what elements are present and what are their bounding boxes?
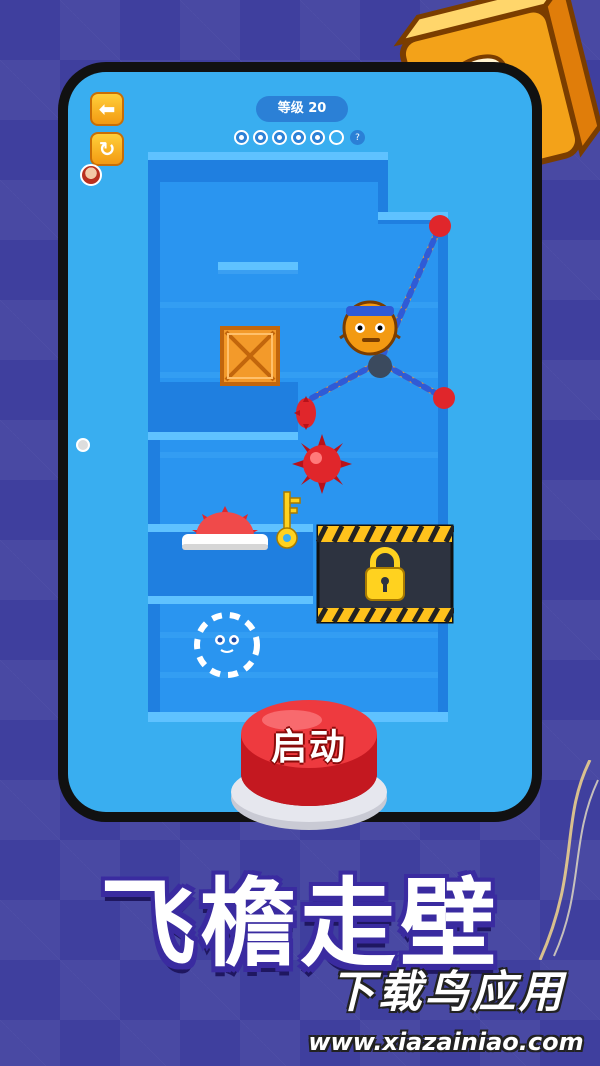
back-button[interactable]: ⬅: [90, 92, 124, 126]
progress-dot: [234, 130, 249, 145]
start-button[interactable]: 启动: [228, 694, 390, 834]
restart-button[interactable]: ↻: [90, 132, 124, 166]
side-indicator: [76, 438, 90, 452]
progress-dot: [329, 130, 344, 145]
locked-chest[interactable]: [316, 524, 454, 624]
progress-dot: [253, 130, 268, 145]
start-button-label: 启动: [270, 727, 347, 768]
restart-icon: ↻: [98, 137, 116, 161]
watermark-title: 下载鸟应用: [330, 967, 566, 1018]
level-indicator: 等级 20: [256, 96, 348, 122]
saw-blade-hazard: [182, 506, 268, 550]
golden-key[interactable]: [272, 490, 304, 550]
spiked-ball-hazard: [292, 434, 352, 494]
hint-button[interactable]: ?: [350, 130, 365, 145]
progress-dot: [310, 130, 325, 145]
progress-dot: [272, 130, 287, 145]
portal-exit: [194, 612, 260, 678]
level-progress: ?: [234, 130, 365, 145]
watermark-url: www.xiazainiao.com: [308, 1028, 584, 1056]
wooden-crate[interactable]: [220, 326, 280, 386]
player-avatar[interactable]: [80, 164, 102, 186]
spike-anchor-left: [294, 396, 316, 430]
progress-dot: [291, 130, 306, 145]
arrow-left-icon: ⬅: [98, 97, 116, 121]
rope-hero-character[interactable]: [288, 212, 458, 412]
